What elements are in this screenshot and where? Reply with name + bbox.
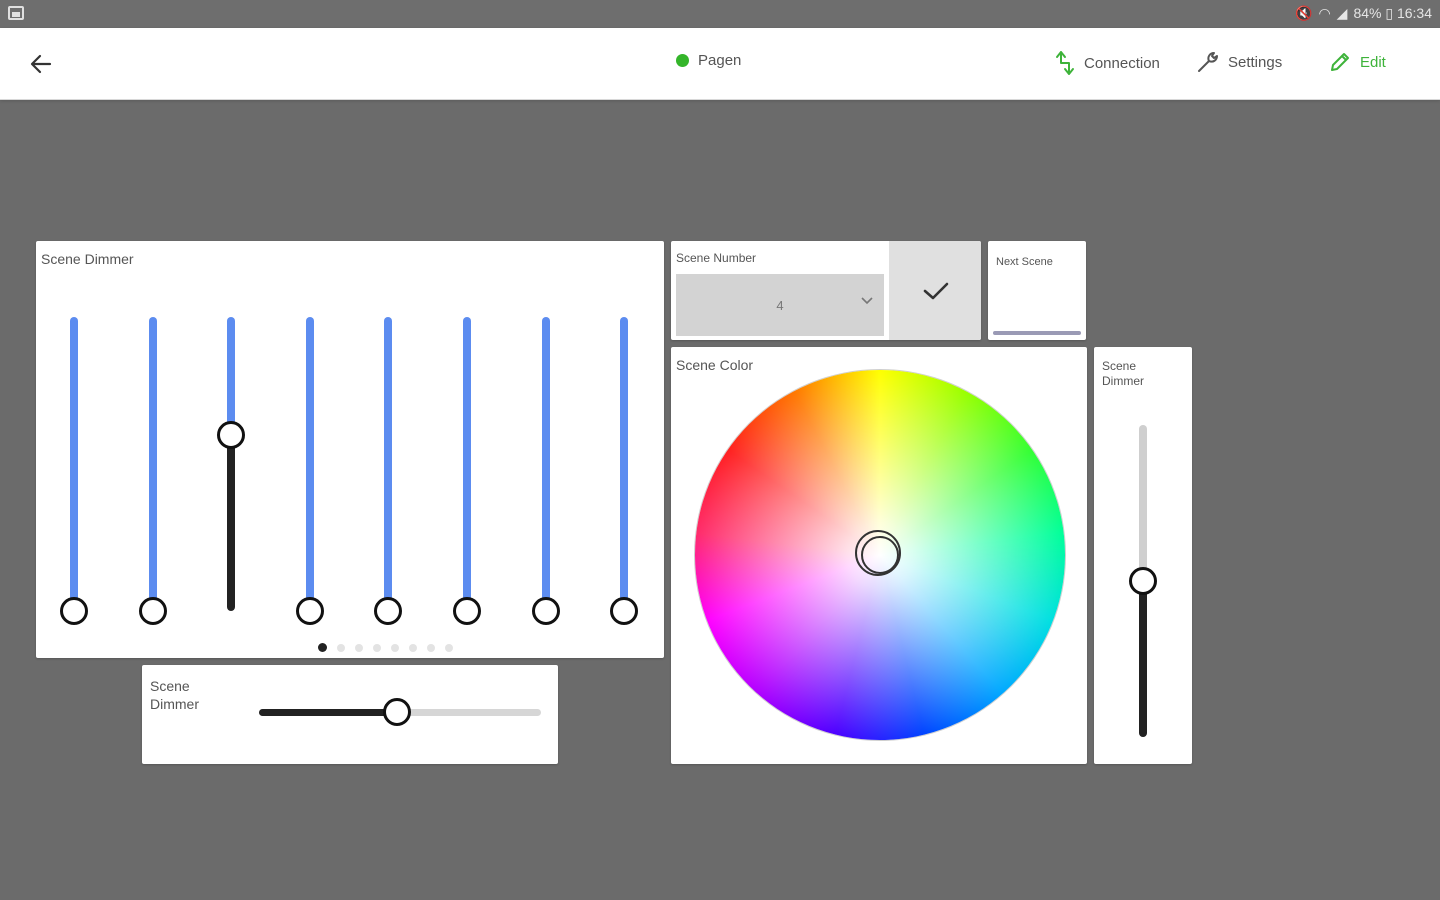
scene-number-select[interactable]: 4 — [676, 274, 884, 336]
connection-icon — [1056, 51, 1074, 75]
slider-fill — [227, 434, 236, 611]
scene-number-value: 4 — [776, 297, 784, 313]
status-text: 84% ▯ 16:34 — [1353, 5, 1432, 21]
settings-button[interactable]: Settings — [1196, 50, 1282, 74]
confirm-scene-button[interactable] — [889, 241, 981, 340]
page-dot[interactable] — [409, 643, 417, 652]
card-title-line1: Scene — [1102, 359, 1137, 373]
color-wheel[interactable] — [695, 370, 1065, 740]
page-indicator — [318, 643, 453, 652]
slider-track — [148, 317, 157, 611]
slider-knob[interactable] — [383, 698, 412, 726]
page-dot[interactable] — [373, 643, 381, 652]
scene-color-card: Scene Color — [671, 347, 1087, 764]
mute-icon: 🔇 — [1295, 5, 1313, 21]
card-title-line2: Dimmer — [1102, 374, 1144, 388]
chevron-down-icon — [861, 297, 873, 305]
channel-slider-3[interactable] — [216, 317, 246, 611]
scene-dimmer-horizontal-card: Scene Dimmer — [142, 665, 558, 764]
card-title: Next Scene — [996, 256, 1053, 268]
status-dot — [676, 54, 689, 67]
page-selector[interactable]: Pagen — [676, 52, 741, 69]
page-dot[interactable] — [445, 643, 453, 652]
page-dot[interactable] — [337, 643, 345, 652]
channel-slider-7[interactable] — [531, 317, 561, 625]
arrow-left-icon — [30, 54, 52, 74]
slider-track — [384, 317, 393, 611]
connection-label: Connection — [1084, 54, 1160, 72]
next-scene-card[interactable]: Next Scene — [988, 241, 1086, 340]
channel-slider-8[interactable] — [609, 317, 639, 625]
slider-knob[interactable] — [60, 597, 88, 625]
slider-knob[interactable] — [610, 597, 639, 625]
wrench-icon — [1198, 52, 1218, 72]
slider-track — [541, 317, 550, 611]
connection-button[interactable]: Connection — [1054, 50, 1160, 76]
slider-knob[interactable] — [295, 597, 324, 625]
check-icon — [923, 282, 949, 300]
gallery-icon — [8, 6, 24, 20]
pencil-icon — [1331, 53, 1349, 71]
channel-slider-5[interactable] — [373, 317, 403, 625]
slider-fill — [1139, 581, 1147, 737]
app-bar: Pagen Connection Settings Edit — [0, 28, 1440, 100]
card-title-line1: Scene — [150, 678, 190, 694]
status-bar: 🔇 ◠ ◢ 84% ▯ 16:34 — [0, 0, 1440, 28]
channel-slider-2[interactable] — [138, 317, 168, 625]
edit-label: Edit — [1360, 53, 1386, 71]
slider-knob[interactable] — [453, 597, 481, 625]
page-dot[interactable] — [355, 643, 363, 652]
status-indicators: 🔇 ◠ ◢ 84% ▯ 16:34 — [1295, 5, 1432, 22]
slider-fill — [259, 709, 398, 716]
slider-knob[interactable] — [374, 597, 403, 625]
card-title: Scene Dimmer — [150, 677, 199, 713]
slider-knob[interactable] — [217, 420, 246, 449]
signal-icon: ◢ — [1336, 5, 1348, 21]
channel-slider-4[interactable] — [295, 317, 325, 625]
slider-knob[interactable] — [138, 597, 167, 625]
color-wheel-knob[interactable] — [855, 530, 901, 576]
card-title-line2: Dimmer — [150, 696, 199, 712]
slider-track — [463, 317, 471, 611]
edit-button[interactable]: Edit — [1328, 50, 1386, 74]
page-dot[interactable] — [391, 643, 399, 652]
slider-track — [620, 317, 629, 611]
slider-track — [305, 317, 314, 611]
channel-slider-6[interactable] — [452, 317, 482, 625]
next-scene-underline — [993, 331, 1081, 335]
card-title: Scene Color — [676, 357, 754, 373]
card-title: Scene Dimmer — [41, 251, 134, 267]
card-title: Scene Dimmer — [1102, 359, 1144, 389]
channel-slider-1[interactable] — [59, 317, 89, 625]
settings-label: Settings — [1228, 53, 1283, 71]
vertical-dimmer-slider[interactable] — [1128, 425, 1158, 737]
card-title: Scene Number — [676, 251, 757, 265]
scene-dimmer-vertical-card: Scene Dimmer — [1094, 347, 1192, 764]
slider-knob[interactable] — [1129, 567, 1157, 595]
slider-track — [70, 317, 78, 611]
slider-knob[interactable] — [531, 597, 560, 625]
slider-track — [227, 317, 236, 435]
scene-dimmer-multi-card: Scene Dimmer — [36, 241, 664, 658]
horizontal-dimmer-slider[interactable] — [259, 698, 541, 726]
wifi-icon: ◠ — [1318, 5, 1331, 21]
scene-number-card: Scene Number 4 — [671, 241, 981, 340]
page-dot[interactable] — [427, 643, 435, 652]
page-dot[interactable] — [318, 643, 327, 652]
page-name-label: Pagen — [698, 52, 742, 69]
back-button[interactable] — [22, 46, 60, 82]
